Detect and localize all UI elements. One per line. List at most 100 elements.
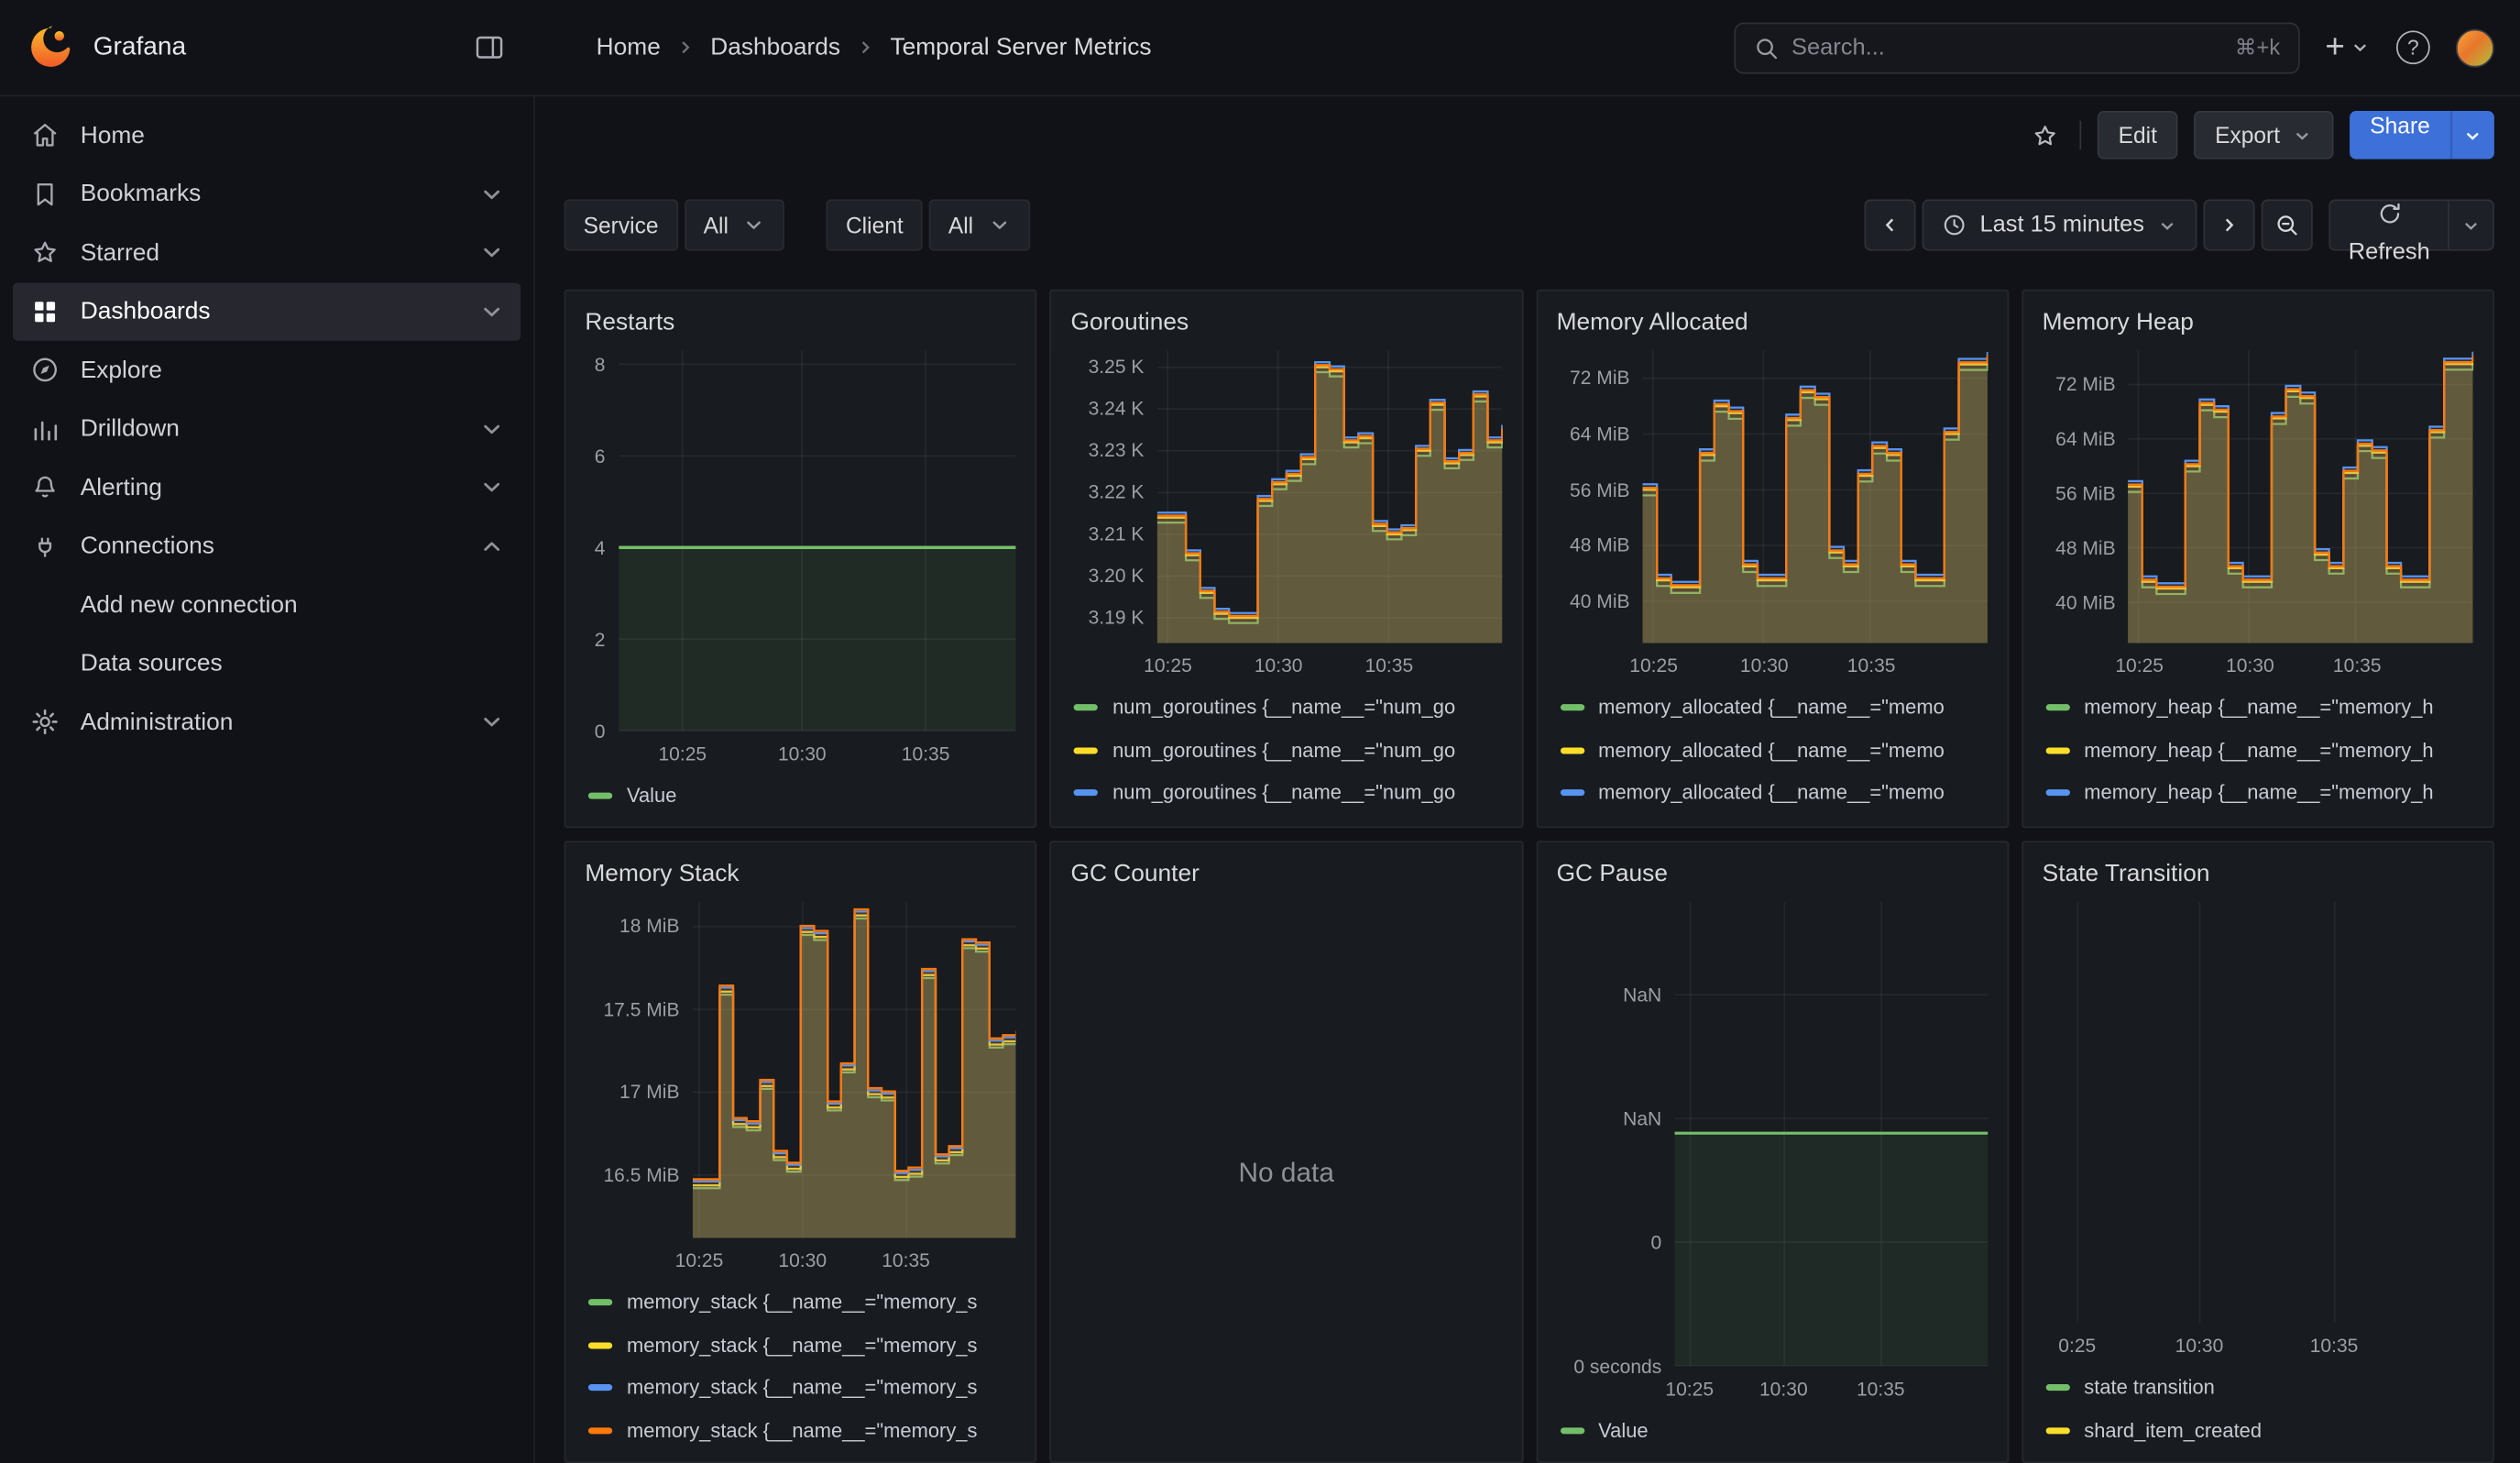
chevron-down-icon[interactable] xyxy=(479,416,505,442)
chevron-down-icon[interactable] xyxy=(479,240,505,266)
panel-legend: memory_stack {__name__="memory_smemory_s… xyxy=(585,1277,1015,1456)
sidebar-item-label: Add new connection xyxy=(81,591,505,619)
toolbar-divider xyxy=(2080,121,2082,150)
breadcrumb-dashboards[interactable]: Dashboards xyxy=(710,34,840,61)
grafana-logo-icon[interactable] xyxy=(29,26,72,69)
legend-item[interactable]: num_goroutines {__name__="num_go xyxy=(1074,687,1498,729)
sidebar-item-starred[interactable]: Starred xyxy=(13,224,520,282)
refresh-interval-button[interactable] xyxy=(2448,199,2494,250)
y-axis-labels xyxy=(2043,902,2053,1324)
chevron-down-icon[interactable] xyxy=(479,299,505,324)
search-input[interactable] xyxy=(1791,35,2222,60)
panel-title[interactable]: GC Pause xyxy=(1557,857,1988,893)
help-button[interactable]: ? xyxy=(2396,30,2430,64)
sidebar-item-alerting[interactable]: Alerting xyxy=(13,458,520,517)
legend-series-label: shard_item_created xyxy=(2084,1419,2262,1442)
plot-area[interactable] xyxy=(2052,902,2473,1324)
chart-canvas[interactable] xyxy=(1643,350,1988,643)
zoom-out-time-button[interactable] xyxy=(2262,199,2313,250)
sidebar-item-connections[interactable]: Connections xyxy=(13,517,520,576)
legend-item[interactable]: memory_stack {__name__="memory_s xyxy=(588,1324,1013,1366)
favorite-dashboard-button[interactable] xyxy=(2027,116,2064,153)
app-body: Home Bookmarks Starred Dashboards Explor… xyxy=(0,96,2520,1463)
sidebar-item-administration[interactable]: Administration xyxy=(13,693,520,752)
time-shift-forward-button[interactable] xyxy=(2204,199,2255,250)
panel-title[interactable]: Restarts xyxy=(585,305,1015,341)
edit-button[interactable]: Edit xyxy=(2098,111,2178,160)
legend-item[interactable]: memory_stack {__name__="memory_s xyxy=(588,1282,1013,1324)
plot-area[interactable] xyxy=(2129,350,2473,643)
sidebar-item-data-sources[interactable]: Data sources xyxy=(13,634,520,693)
panel-title[interactable]: Memory Allocated xyxy=(1557,305,1988,341)
export-button[interactable]: Export xyxy=(2194,111,2333,160)
panel-title[interactable]: Memory Stack xyxy=(585,857,1015,893)
legend-item[interactable]: state transition xyxy=(2045,1367,2470,1409)
share-split-button: Share xyxy=(2349,111,2493,160)
mega-menu-dock-button[interactable] xyxy=(473,30,507,64)
plot-area[interactable] xyxy=(1643,350,1988,643)
legend-item[interactable]: Value xyxy=(588,774,1013,816)
new-button[interactable]: + xyxy=(2325,30,2371,64)
chart-canvas[interactable] xyxy=(693,902,1016,1238)
plot-area[interactable] xyxy=(1156,350,1501,643)
chevron-down-icon[interactable] xyxy=(479,475,505,500)
legend-item[interactable]: memory_allocated {__name__="memo xyxy=(1560,814,1984,820)
legend-item[interactable]: memory_allocated {__name__="memo xyxy=(1560,729,1984,771)
chart-canvas[interactable] xyxy=(1156,350,1501,643)
legend-item[interactable]: Value xyxy=(1560,1409,1984,1451)
refresh-button[interactable]: Refresh xyxy=(2329,199,2448,250)
panel-title[interactable]: State Transition xyxy=(2043,857,2473,893)
sidebar-item-bookmarks[interactable]: Bookmarks xyxy=(13,165,520,224)
chart-canvas[interactable] xyxy=(2129,350,2473,643)
legend-item[interactable]: memory_stack {__name__="memory_s xyxy=(588,1367,1013,1409)
legend-series-marker xyxy=(1074,790,1098,797)
gear-icon xyxy=(29,706,61,738)
legend-item[interactable]: memory_allocated {__name__="memo xyxy=(1560,687,1984,729)
legend-item[interactable]: memory_heap {__name__="memory_h xyxy=(2045,729,2470,771)
x-tick-label: 10:35 xyxy=(1364,654,1413,677)
legend-item[interactable]: num_goroutines {__name__="num_go xyxy=(1074,729,1498,771)
sidebar-item-explore[interactable]: Explore xyxy=(13,341,520,400)
legend-item[interactable]: memory_heap {__name__="memory_h xyxy=(2045,814,2470,820)
search-bar[interactable]: ⌘+k xyxy=(1734,22,2299,73)
legend-item[interactable]: num_goroutines {__name__="num_go xyxy=(1074,814,1498,820)
panel-title[interactable]: Memory Heap xyxy=(2043,305,2473,341)
legend-item[interactable]: memory_heap {__name__="memory_h xyxy=(2045,687,2470,729)
panel-title[interactable]: Goroutines xyxy=(1070,305,1501,341)
sidebar-item-add-new-connection[interactable]: Add new connection xyxy=(13,576,520,634)
time-range-picker-button[interactable]: Last 15 minutes xyxy=(1922,199,2197,250)
sidebar-item-drilldown[interactable]: Drilldown xyxy=(13,400,520,458)
panel-body: No data xyxy=(1070,892,1501,1455)
x-tick-label: 10:30 xyxy=(1255,654,1303,677)
legend-item[interactable]: memory_heap {__name__="memory_h xyxy=(2045,772,2470,814)
legend-item[interactable]: memory_allocated {__name__="memo xyxy=(1560,772,1984,814)
chart-canvas[interactable] xyxy=(2052,902,2473,1324)
plot-area[interactable] xyxy=(619,350,1016,731)
legend-item[interactable]: shard_item_created xyxy=(2045,1409,2470,1451)
time-shift-back-button[interactable] xyxy=(1864,199,1915,250)
sidebar-item-dashboards[interactable]: Dashboards xyxy=(13,282,520,341)
user-avatar-button[interactable] xyxy=(2456,28,2494,67)
variable-value-dropdown[interactable]: All xyxy=(685,199,785,250)
y-tick-label: 17 MiB xyxy=(619,1081,680,1104)
variable-value-dropdown[interactable]: All xyxy=(929,199,1030,250)
chevron-down-icon[interactable] xyxy=(479,710,505,735)
chart-canvas[interactable] xyxy=(619,350,1016,731)
plug-icon xyxy=(29,530,61,562)
variable-filters: Service All Client All xyxy=(564,199,1030,250)
plot-area[interactable] xyxy=(693,902,1016,1238)
sidebar-item-home[interactable]: Home xyxy=(13,106,520,165)
panel-title[interactable]: GC Counter xyxy=(1070,857,1501,893)
share-button[interactable]: Share xyxy=(2349,111,2450,160)
legend-series-label: memory_heap {__name__="memory_h xyxy=(2084,697,2433,720)
legend-series-marker xyxy=(1560,705,1583,711)
share-menu-button[interactable] xyxy=(2451,111,2494,160)
chevron-down-icon xyxy=(2157,214,2178,236)
breadcrumb-home[interactable]: Home xyxy=(597,34,661,61)
chart-canvas[interactable] xyxy=(1674,902,1988,1366)
plot-area[interactable] xyxy=(1674,902,1988,1366)
chevron-down-icon[interactable] xyxy=(479,182,505,207)
chevron-up-icon[interactable] xyxy=(479,534,505,559)
legend-item[interactable]: num_goroutines {__name__="num_go xyxy=(1074,772,1498,814)
legend-item[interactable]: memory_stack {__name__="memory_s xyxy=(588,1409,1013,1451)
